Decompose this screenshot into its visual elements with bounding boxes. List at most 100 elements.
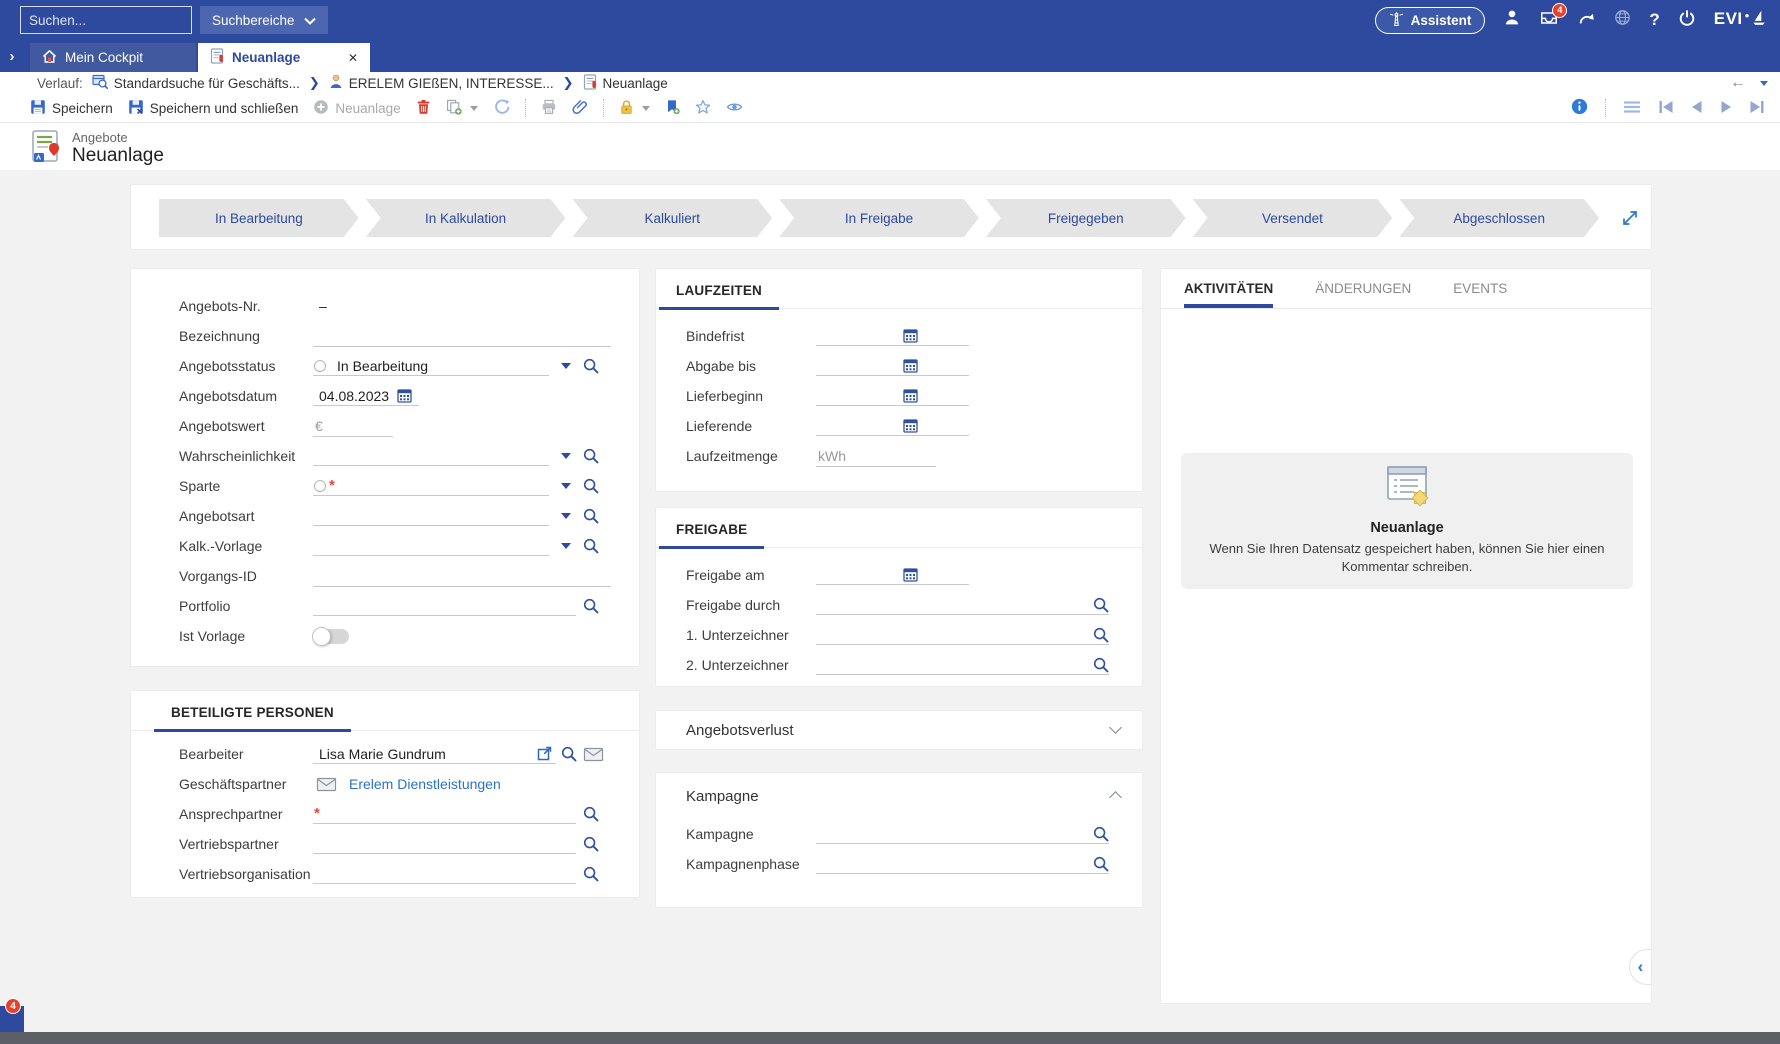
new-record-button[interactable]: Neuanlage [313,99,400,118]
input-underline[interactable] [816,345,969,346]
lookup-search-icon[interactable] [583,508,599,529]
global-search[interactable] [20,6,192,34]
calendar-icon[interactable] [903,358,918,378]
tab-aenderungen[interactable]: ÄNDERUNGEN [1315,269,1411,308]
input-underline[interactable] [816,873,1109,874]
help-button[interactable]: ? [1649,10,1659,30]
nav-previous-button[interactable] [1691,100,1703,117]
input-underline[interactable] [816,584,969,585]
email-icon[interactable] [583,747,604,767]
lookup-search-icon[interactable] [583,836,599,857]
angebotsverlust-panel[interactable]: Angebotsverlust [655,710,1143,750]
chevron-up-icon[interactable] [1109,791,1122,804]
input-underline[interactable] [313,763,556,764]
lookup-search-icon[interactable] [583,598,599,619]
tab-close-icon[interactable]: ✕ [348,51,358,65]
input-underline[interactable] [313,823,576,824]
step-in-bearbeitung[interactable]: In Bearbeitung [159,199,359,237]
geschaeftspartner-link[interactable]: Erelem Dienstleistungen [349,776,501,792]
lookup-search-icon[interactable] [1093,597,1109,618]
permissions-button[interactable] [619,99,650,118]
subscribe-button[interactable] [665,99,680,118]
input-underline[interactable] [313,615,576,616]
menu-button[interactable] [1623,100,1641,117]
field-value[interactable]: 04.08.2023 [319,388,389,404]
angebotswert-input[interactable] [313,415,393,437]
input-underline[interactable] [816,375,969,376]
input-underline[interactable] [313,495,549,496]
lookup-search-icon[interactable] [583,448,599,469]
input-underline[interactable] [816,405,969,406]
history-dropdown-icon[interactable] [1760,81,1768,86]
input-underline[interactable] [816,843,1109,844]
attachments-button[interactable] [572,99,588,118]
step-kalkuliert[interactable]: Kalkuliert [572,199,772,237]
input-underline[interactable] [816,644,1109,645]
lookup-search-icon[interactable] [583,358,599,379]
step-in-kalkulation[interactable]: In Kalkulation [366,199,566,237]
redo-button[interactable] [1577,10,1596,31]
lookup-search-icon[interactable] [1093,856,1109,877]
favorite-button[interactable] [695,99,711,118]
save-and-close-button[interactable]: Speichern und schließen [128,99,299,118]
user-button[interactable] [1503,9,1521,31]
search-input[interactable] [21,7,214,33]
bezeichnung-input[interactable] [313,325,611,347]
dropdown-caret-icon[interactable] [561,363,571,369]
nav-next-button[interactable] [1720,100,1732,117]
sidebar-expand-button[interactable]: › [0,40,24,72]
print-button[interactable] [541,99,557,118]
assistant-button[interactable]: Assistent [1375,7,1486,34]
lookup-search-icon[interactable] [583,806,599,827]
history-back-icon[interactable]: ← [1730,74,1746,92]
step-abgeschlossen[interactable]: Abgeschlossen [1399,199,1599,237]
nav-last-button[interactable] [1749,100,1765,117]
nav-first-button[interactable] [1658,100,1674,117]
search-scope-button[interactable]: Suchbereiche [200,6,328,34]
panel-collapse-button[interactable]: ‹ [1629,949,1651,985]
calendar-icon[interactable] [903,328,918,348]
calendar-icon[interactable] [397,388,412,408]
save-button[interactable]: Speichern [30,99,113,118]
lookup-search-icon[interactable] [583,478,599,499]
refresh-button[interactable] [493,99,510,118]
logout-button[interactable] [1678,9,1696,32]
tab-events[interactable]: EVENTS [1453,269,1507,308]
lookup-search-icon[interactable] [561,746,577,767]
tab-neuanlage[interactable]: Neuanlage ✕ [198,43,370,72]
email-icon[interactable] [316,777,337,797]
breadcrumb-item-company[interactable]: ERELEM GIEßEN, INTERESSE... [329,74,554,92]
steps-expand-icon[interactable] [1619,207,1641,234]
copy-record-button[interactable] [446,99,478,118]
step-versendet[interactable]: Versendet [1193,199,1393,237]
watch-button[interactable] [726,99,743,118]
step-freigegeben[interactable]: Freigegeben [986,199,1186,237]
chevron-down-icon[interactable] [1109,721,1122,734]
input-underline[interactable] [816,674,1109,675]
input-underline[interactable] [313,525,549,526]
vorgangs-id-input[interactable] [313,565,611,587]
input-underline[interactable] [313,883,576,884]
dropdown-caret-icon[interactable] [561,483,571,489]
calendar-icon[interactable] [903,567,918,587]
tab-aktivitaeten[interactable]: AKTIVITÄTEN [1184,269,1273,308]
breadcrumb-item-record[interactable]: Neuanlage [583,74,668,93]
dropdown-caret-icon[interactable] [561,543,571,549]
input-underline[interactable] [313,555,549,556]
open-record-icon[interactable] [537,746,552,766]
laufzeitmenge-input[interactable] [816,445,936,467]
breadcrumb-item-search[interactable]: Standardsuche für Geschäfts... [92,74,300,92]
ist-vorlage-toggle[interactable] [313,629,349,644]
calendar-icon[interactable] [903,418,918,438]
info-button[interactable] [1571,98,1588,118]
calendar-icon[interactable] [903,388,918,408]
lookup-search-icon[interactable] [1093,657,1109,678]
delete-button[interactable] [416,99,431,118]
lookup-search-icon[interactable] [583,538,599,559]
lookup-search-icon[interactable] [583,866,599,887]
input-underline[interactable] [313,465,549,466]
step-in-freigabe[interactable]: In Freigabe [779,199,979,237]
input-underline[interactable] [816,614,1109,615]
input-underline[interactable] [313,375,549,376]
input-underline[interactable] [816,435,969,436]
